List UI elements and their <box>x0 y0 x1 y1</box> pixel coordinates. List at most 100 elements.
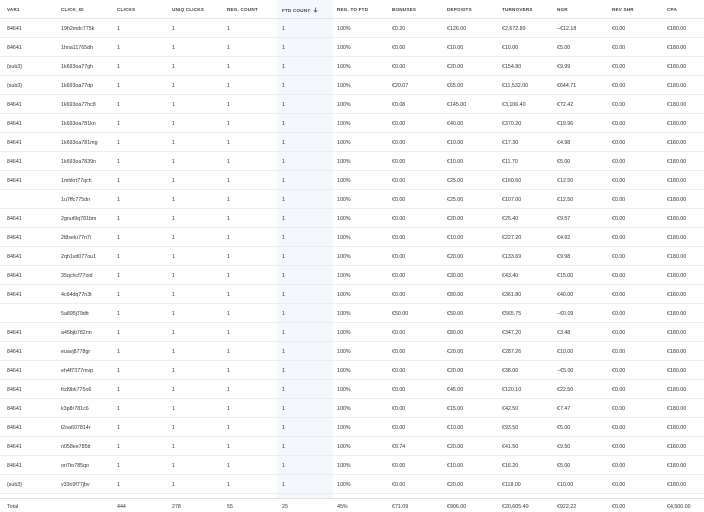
column-header-reg-to-ftd[interactable]: REG. TO FTD <box>337 7 368 12</box>
table-row[interactable]: {sub3} 1k693oa77gh 1 1 1 1 100% €0.00 €20.00 €154… <box>0 57 704 76</box>
cell-ngr: €5.00 <box>557 45 571 51</box>
table-row[interactable]: 84641 35qchcf77oid 1 1 1 1 100% €0.00 €30.00 €43.… <box>0 266 704 285</box>
cell-clicks: 1 <box>117 235 120 241</box>
table-row[interactable]: 84641 ori7to785qo 1 1 1 1 100% €0.00 €10.00 €16.2… <box>0 456 704 475</box>
column-header-rev-shr[interactable]: REV SHR <box>612 7 634 12</box>
column-header-reg-count[interactable]: REG. COUNT <box>227 7 258 12</box>
table-row[interactable]: 84641 a45bjb782nn 1 1 1 1 100% €0.00 €80.00 €347.… <box>0 323 704 342</box>
column-header-uniq-clicks[interactable]: UNIQ CLICKS <box>172 7 204 12</box>
cell-ftd-count: 1 <box>282 26 285 32</box>
cell-cpa: €180.00 <box>667 159 687 165</box>
column-header-bonuses[interactable]: BONUSES <box>392 7 416 12</box>
cell-ftd-count: 1 <box>282 197 285 203</box>
cell-click-id: 2t8selu77n7i <box>61 235 92 241</box>
table-row[interactable]: 84641 k3p8r781c6 1 1 1 1 100% €0.00 €15.00 €42.50… <box>0 399 704 418</box>
cell-cpa: €180.00 <box>667 292 687 298</box>
table-row[interactable]: 84641 2qh1vd077ou1 1 1 1 1 100% €0.00 €20.00 €133… <box>0 247 704 266</box>
table-row[interactable]: 84641 n058ee785tt 1 1 1 1 100% €0.74 €20.00 €41.5… <box>0 437 704 456</box>
table-row[interactable]: 84641 fcd9bk775o6 1 1 1 1 100% €0.00 €45.00 €120.… <box>0 380 704 399</box>
cell-cpa: €180.00 <box>667 45 687 51</box>
table-row[interactable]: 84641 1hna11765dh 1 1 1 1 100% €0.00 €10.00 €10.0… <box>0 38 704 57</box>
cell-deposits: €20.00 <box>447 482 464 488</box>
arrow-down-icon[interactable] <box>313 7 318 13</box>
table-row[interactable]: 84641 eh4f7377mvp 1 1 1 1 100% €0.00 €20.00 €38.0… <box>0 361 704 380</box>
cell-clicks: 1 <box>117 83 120 89</box>
column-header-label: REG. TO FTD <box>337 7 369 12</box>
column-header-ftd-count[interactable]: FTD COUNT <box>282 7 318 13</box>
cell-turnovers: €361.80 <box>502 292 522 298</box>
cell-rev-shr: €0.00 <box>612 368 626 374</box>
cell-deposits: €10.00 <box>447 235 464 241</box>
table-row[interactable]: 84641 1k693oa781kn 1 1 1 1 100% €0.00 €40.00 €370… <box>0 114 704 133</box>
table-row[interactable]: 84641 2t8selu77n7i 1 1 1 1 100% €0.00 €10.00 €227… <box>0 228 704 247</box>
cell-click-id: euavj8778gr <box>61 349 91 355</box>
cell-bonuses: €0.00 <box>392 368 406 374</box>
table-row[interactable]: 84641 1k693oa7839n 1 1 1 1 100% €0.00 €10.00 €11.… <box>0 152 704 171</box>
total-reg-count: 55 <box>227 504 233 510</box>
cell-ftd-count: 1 <box>282 330 285 336</box>
table-row[interactable]: {sub3} v33o9f77jbv 1 1 1 1 100% €0.00 €20.00 €118… <box>0 475 704 494</box>
cell-click-id: n058ee785tt <box>61 444 91 450</box>
cell-uniq-clicks: 1 <box>172 26 175 32</box>
cell-ftd-count: 1 <box>282 349 285 355</box>
total-uniq-clicks: 278 <box>172 504 181 510</box>
cell-reg-count: 1 <box>227 311 230 317</box>
cell-uniq-clicks: 1 <box>172 159 175 165</box>
table-row[interactable]: 84641 2gnut9q781bm 1 1 1 1 100% €0.00 €20.00 €25.… <box>0 209 704 228</box>
cell-deposits: €10.00 <box>447 159 464 165</box>
table-row[interactable]: 1u7ffc775dn 1 1 1 1 100% €0.00 €25.00 €107.00 €12… <box>0 190 704 209</box>
cell-bonuses: €0.00 <box>392 406 406 412</box>
cell-cpa: €180.00 <box>667 444 687 450</box>
cell-cpa: €180.00 <box>667 330 687 336</box>
table-row[interactable]: {sub3} 1k693oa77dp 1 1 1 1 100% €20.07 €65.00 €11… <box>0 76 704 95</box>
column-header-deposits[interactable]: DEPOSITS <box>447 7 472 12</box>
cell-deposits: €65.00 <box>447 83 464 89</box>
column-header-label: CLICK_ID <box>61 7 84 12</box>
cell-clicks: 1 <box>117 254 120 260</box>
column-header-ngr[interactable]: NGR <box>557 7 568 12</box>
column-header-clicks[interactable]: CLICKS <box>117 7 135 12</box>
cell-click-id: 1k693oa781kn <box>61 121 96 127</box>
cell-deposits: €10.00 <box>447 140 464 146</box>
cell-turnovers: €118.00 <box>502 482 521 488</box>
cell-rev-shr: €0.00 <box>612 330 626 336</box>
cell-ngr: €3.48 <box>557 330 571 336</box>
cell-deposits: €25.00 <box>447 197 464 203</box>
cell-cpa: €180.00 <box>667 254 687 260</box>
cell-ftd-count: 1 <box>282 83 285 89</box>
cell-reg-to-ftd: 100% <box>337 349 351 355</box>
cell-var1: 84641 <box>7 273 22 279</box>
column-header-click-id[interactable]: CLICK_ID <box>61 7 84 12</box>
cell-ftd-count: 1 <box>282 406 285 412</box>
cell-ftd-count: 1 <box>282 121 285 127</box>
cell-rev-shr: €0.00 <box>612 235 626 241</box>
cell-uniq-clicks: 1 <box>172 45 175 51</box>
table-row[interactable]: 84641 4c64dq77n3t 1 1 1 1 100% €0.00 €80.00 €361.… <box>0 285 704 304</box>
table-row[interactable]: 5a895j79dtt 1 1 1 1 100% €50.00 €50.00 €565.75 −€… <box>0 304 704 323</box>
table-row[interactable]: 84641 l2oa607814r 1 1 1 1 100% €0.00 €10.00 €93.5… <box>0 418 704 437</box>
cell-reg-to-ftd: 100% <box>337 178 351 184</box>
cell-deposits: €20.00 <box>447 349 464 355</box>
cell-bonuses: €0.00 <box>392 463 406 469</box>
table-row[interactable]: 84641 19h2mdc775k 1 1 1 1 100% €0.20 €126.00 €2,6… <box>0 19 704 38</box>
cell-var1: 84641 <box>7 235 22 241</box>
cell-reg-count: 1 <box>227 197 230 203</box>
cell-turnovers: €160.60 <box>502 178 522 184</box>
cell-clicks: 1 <box>117 368 120 374</box>
table-row[interactable]: 84641 1k693oa77hc8 1 1 1 1 100% €0.08 €145.00 €3,… <box>0 95 704 114</box>
cell-click-id: 35qchcf77oid <box>61 273 93 279</box>
table-row[interactable]: 84641 1mhkrt77qch 1 1 1 1 100% €0.00 €25.00 €160.… <box>0 171 704 190</box>
total-rev-shr: €0.00 <box>612 504 626 510</box>
table-row[interactable]: 84641 euavj8778gr 1 1 1 1 100% €0.00 €20.00 €287.… <box>0 342 704 361</box>
cell-var1: 84641 <box>7 159 22 165</box>
column-header-var1[interactable]: VAR1 <box>7 7 20 12</box>
cell-rev-shr: €0.00 <box>612 406 626 412</box>
cell-uniq-clicks: 1 <box>172 178 175 184</box>
table-row[interactable]: 84641 1k693oa781mg 1 1 1 1 100% €0.00 €10.00 €17.… <box>0 133 704 152</box>
column-header-cpa[interactable]: CPA <box>667 7 677 12</box>
cell-cpa: €180.00 <box>667 463 687 469</box>
cell-rev-shr: €0.00 <box>612 387 626 393</box>
column-header-turnovers[interactable]: TURNOVERS <box>502 7 533 12</box>
cell-uniq-clicks: 1 <box>172 425 175 431</box>
cell-reg-count: 1 <box>227 292 230 298</box>
